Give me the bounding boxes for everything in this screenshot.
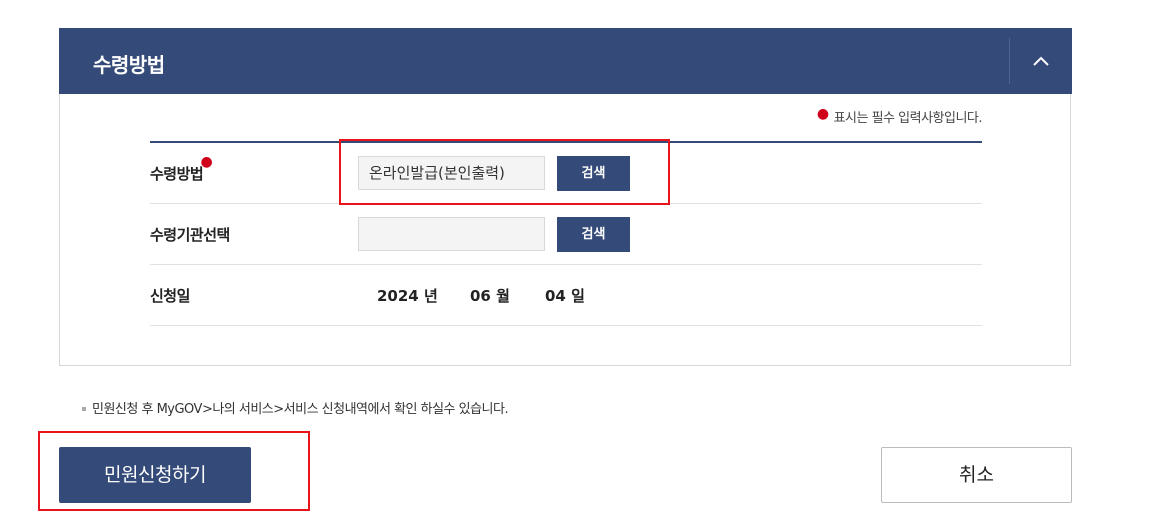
receipt-method-search-button[interactable]: 검색	[557, 156, 630, 191]
application-month: 06 월	[470, 287, 510, 305]
receipt-agency-search-button[interactable]: 검색	[557, 217, 630, 252]
form-row-application-date: 신청일 2024 년 06 월 04 일	[150, 265, 982, 326]
collapse-button[interactable]	[1009, 38, 1072, 84]
panel-title: 수령방법	[93, 53, 165, 77]
form-row-receipt-agency: 수령기관선택 검색	[150, 204, 982, 265]
application-year: 2024 년	[377, 287, 438, 305]
notice-text: 민원신청 후 MyGOV>나의 서비스>서비스 신청내역에서 확인 하실수 있습…	[82, 398, 509, 417]
chevron-up-icon	[1033, 56, 1049, 66]
required-note: ● 표시는 필수 입력사항입니다.	[816, 106, 983, 126]
receipt-method-panel: 수령방법 ● 표시는 필수 입력사항입니다. 수령방법 ● 온라인발급(본인출력)…	[59, 28, 1072, 366]
form-row-receipt-method: 수령방법 ● 온라인발급(본인출력) 검색	[150, 143, 982, 204]
submit-application-button[interactable]: 민원신청하기	[59, 447, 251, 503]
receipt-method-label: 수령방법 ●	[150, 154, 213, 183]
application-day: 04 일	[545, 287, 585, 305]
required-dot-icon: ●	[200, 154, 213, 170]
form-table: 수령방법 ● 온라인발급(본인출력) 검색 수령기관선택 검색 신청일 2024…	[150, 141, 982, 326]
cancel-button[interactable]: 취소	[881, 447, 1072, 503]
bullet-icon	[82, 406, 86, 411]
receipt-agency-field[interactable]	[358, 217, 545, 251]
application-date-label: 신청일	[150, 287, 190, 305]
panel-header: 수령방법	[59, 28, 1072, 94]
receipt-agency-label: 수령기관선택	[150, 226, 230, 244]
receipt-method-field[interactable]: 온라인발급(본인출력)	[358, 156, 545, 190]
required-dot-icon: ●	[816, 106, 829, 122]
